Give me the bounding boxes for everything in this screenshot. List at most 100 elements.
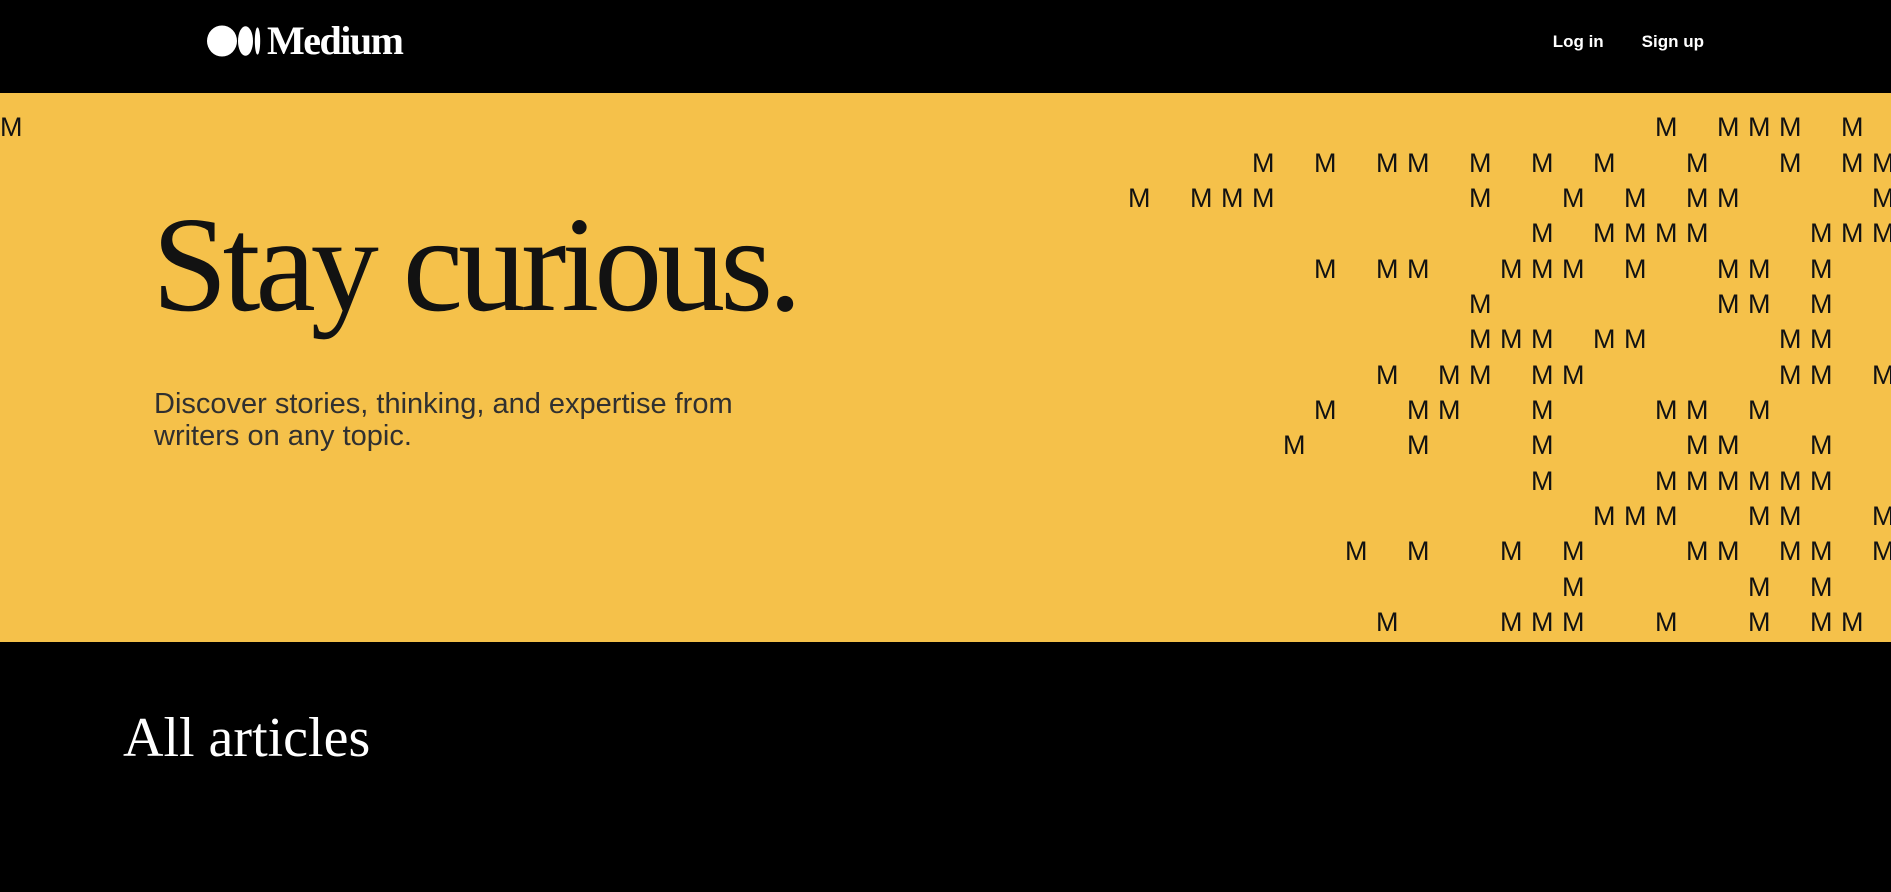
pattern-glyph: M <box>1469 289 1492 319</box>
pattern-glyph: M <box>1376 607 1399 637</box>
pattern-glyph: M <box>1655 466 1678 496</box>
pattern-glyph: M <box>1686 395 1709 425</box>
pattern-glyph: M <box>1376 254 1399 284</box>
pattern-glyph: M <box>1531 218 1554 248</box>
pattern-glyph: M <box>1593 324 1616 354</box>
pattern-glyph: M <box>1562 536 1585 566</box>
pattern-glyph: M <box>1655 395 1678 425</box>
pattern-glyph: M <box>1562 360 1585 390</box>
pattern-glyph: M <box>1748 112 1771 142</box>
pattern-glyph: M <box>0 112 23 142</box>
login-link[interactable]: Log in <box>1553 30 1604 54</box>
pattern-glyph: M <box>1779 112 1802 142</box>
pattern-glyph: M <box>1655 607 1678 637</box>
pattern-glyph: M <box>1779 148 1802 178</box>
hero-title: Stay curious. <box>152 190 802 340</box>
pattern-glyph: M <box>1686 466 1709 496</box>
pattern-glyph: M <box>1717 254 1740 284</box>
pattern-glyph: M <box>1810 466 1833 496</box>
pattern-glyph: M <box>1717 536 1740 566</box>
decorative-m-pattern: MMMMMMMMMMMMMMMMMMMMMMMMMMMMMMMMMMMMMMMM… <box>0 93 1891 642</box>
logo-wordmark: Medium <box>267 18 404 63</box>
pattern-glyph: M <box>1810 360 1833 390</box>
pattern-glyph: M <box>1748 466 1771 496</box>
pattern-glyph: M <box>1655 112 1678 142</box>
pattern-glyph: M <box>1779 324 1802 354</box>
pattern-glyph: M <box>1686 183 1709 213</box>
pattern-glyph: M <box>1779 360 1802 390</box>
pattern-glyph: M <box>1562 254 1585 284</box>
pattern-glyph: M <box>1686 218 1709 248</box>
pattern-glyph: M <box>1748 501 1771 531</box>
pattern-glyph: M <box>1252 183 1275 213</box>
pattern-glyph: M <box>1810 430 1833 460</box>
pattern-glyph: M <box>1283 430 1306 460</box>
pattern-glyph: M <box>1810 572 1833 602</box>
pattern-glyph: M <box>1407 148 1430 178</box>
pattern-glyph: M <box>1841 112 1864 142</box>
pattern-glyph: M <box>1469 148 1492 178</box>
pattern-glyph: M <box>1531 148 1554 178</box>
pattern-glyph: M <box>1562 572 1585 602</box>
pattern-glyph: M <box>1872 536 1891 566</box>
pattern-glyph: M <box>1469 183 1492 213</box>
pattern-glyph: M <box>1593 501 1616 531</box>
pattern-glyph: M <box>1779 501 1802 531</box>
hero-subtitle: Discover stories, thinking, and expertis… <box>154 388 733 452</box>
pattern-glyph: M <box>1841 607 1864 637</box>
signup-link[interactable]: Sign up <box>1642 30 1704 54</box>
pattern-glyph: M <box>1810 289 1833 319</box>
pattern-glyph: M <box>1717 430 1740 460</box>
pattern-glyph: M <box>1531 360 1554 390</box>
pattern-glyph: M <box>1841 218 1864 248</box>
pattern-glyph: M <box>1624 183 1647 213</box>
pattern-glyph: M <box>1190 183 1213 213</box>
pattern-glyph: M <box>1748 254 1771 284</box>
pattern-glyph: M <box>1407 536 1430 566</box>
pattern-glyph: M <box>1717 289 1740 319</box>
pattern-glyph: M <box>1345 536 1368 566</box>
pattern-glyph: M <box>1562 183 1585 213</box>
pattern-glyph: M <box>1810 324 1833 354</box>
pattern-glyph: M <box>1624 501 1647 531</box>
pattern-glyph: M <box>1624 254 1647 284</box>
pattern-glyph: M <box>1500 324 1523 354</box>
pattern-glyph: M <box>1748 395 1771 425</box>
top-navigation-bar: Medium Log in Sign up <box>0 0 1891 93</box>
pattern-glyph: M <box>1872 501 1891 531</box>
pattern-glyph: M <box>1128 183 1151 213</box>
pattern-glyph: M <box>1500 607 1523 637</box>
pattern-glyph: M <box>1872 148 1891 178</box>
pattern-glyph: M <box>1562 607 1585 637</box>
pattern-glyph: M <box>1872 360 1891 390</box>
pattern-glyph: M <box>1531 430 1554 460</box>
pattern-glyph: M <box>1252 148 1275 178</box>
pattern-glyph: M <box>1376 360 1399 390</box>
pattern-glyph: M <box>1686 536 1709 566</box>
pattern-glyph: M <box>1841 148 1864 178</box>
pattern-glyph: M <box>1531 395 1554 425</box>
pattern-glyph: M <box>1810 254 1833 284</box>
medium-logo[interactable]: Medium <box>207 18 404 63</box>
pattern-glyph: M <box>1686 430 1709 460</box>
pattern-glyph: M <box>1531 466 1554 496</box>
pattern-glyph: M <box>1314 148 1337 178</box>
pattern-glyph: M <box>1407 254 1430 284</box>
pattern-glyph: M <box>1469 324 1492 354</box>
pattern-glyph: M <box>1748 289 1771 319</box>
pattern-glyph: M <box>1376 148 1399 178</box>
hero-banner: MMMMMMMMMMMMMMMMMMMMMMMMMMMMMMMMMMMMMMMM… <box>0 93 1891 642</box>
pattern-glyph: M <box>1717 466 1740 496</box>
pattern-glyph: M <box>1717 183 1740 213</box>
pattern-glyph: M <box>1748 607 1771 637</box>
pattern-glyph: M <box>1593 218 1616 248</box>
pattern-glyph: M <box>1314 395 1337 425</box>
pattern-glyph: M <box>1655 501 1678 531</box>
pattern-glyph: M <box>1810 218 1833 248</box>
pattern-glyph: M <box>1810 536 1833 566</box>
pattern-glyph: M <box>1500 254 1523 284</box>
pattern-glyph: M <box>1624 324 1647 354</box>
pattern-glyph: M <box>1779 536 1802 566</box>
medium-logo-icon <box>207 25 261 57</box>
pattern-glyph: M <box>1872 218 1891 248</box>
